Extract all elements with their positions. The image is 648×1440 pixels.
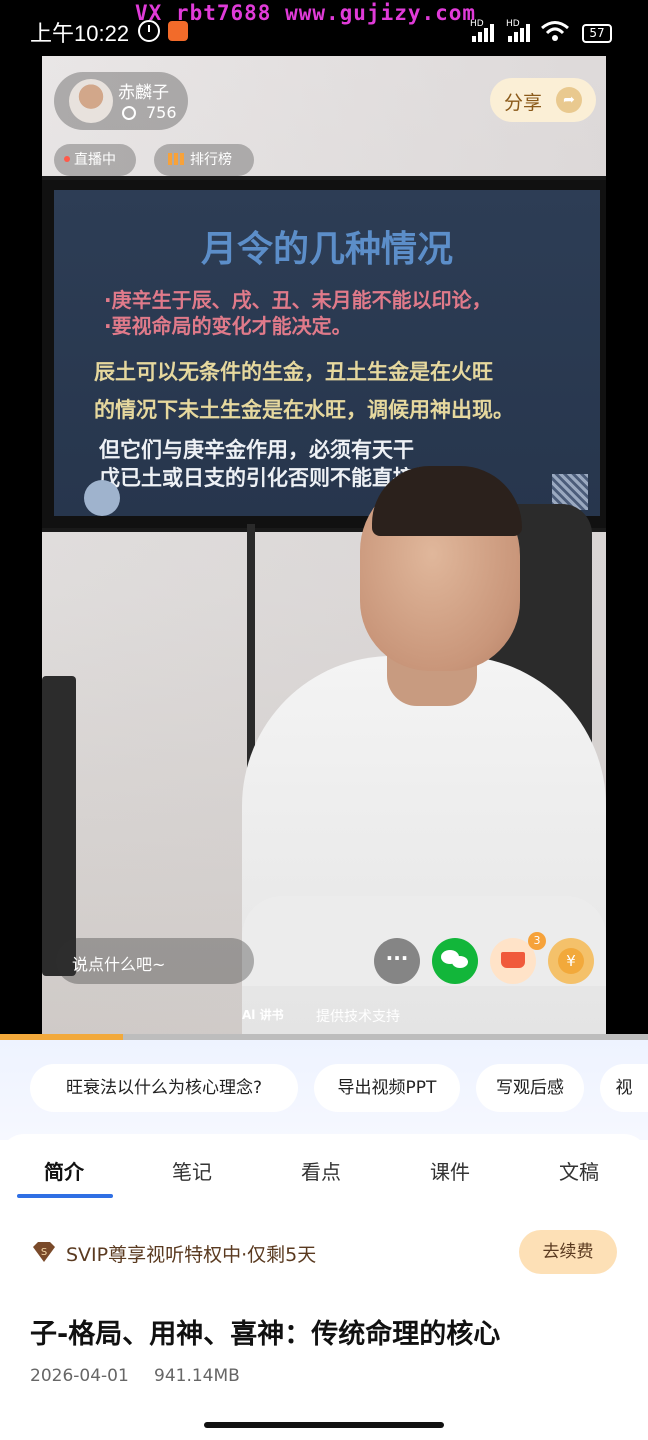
live-status-label: 直播中 <box>74 152 116 168</box>
slide-red-line-2: ·要视命局的变化才能决定。 <box>104 314 352 338</box>
slide-white-line-1: 但它们与庚辛金作用，必须有天干 <box>99 438 414 462</box>
question-chip[interactable]: 旺衰法以什么为核心理念? <box>30 1064 298 1112</box>
wechat-share-button[interactable] <box>432 938 478 984</box>
svip-badge-letter: S <box>41 1247 47 1258</box>
tab-content-area: 简介 笔记 看点 课件 文稿 S SVIP尊享视听特权中·仅剩5天 去续费 子-… <box>0 1134 648 1440</box>
slide-red-line-1: ·庚辛生于辰、戌、丑、未月能不能以印论， <box>104 288 492 312</box>
quick-actions-bar: 旺衰法以什么为核心理念? 导出视频PPT 写观后感 视 <box>0 1040 648 1140</box>
tv-display: 月令的几种情况 ·庚辛生于辰、戌、丑、未月能不能以印论， ·要视命局的变化才能决… <box>42 176 606 532</box>
viewer-count: 756 <box>146 103 177 122</box>
tip-coin-button[interactable]: ¥ <box>548 938 594 984</box>
slide-yellow-line-2: 的情况下未土生金是在水旺，调候用神出现。 <box>94 398 514 422</box>
export-ppt-chip[interactable]: 导出视频PPT <box>314 1064 460 1112</box>
more-chip[interactable]: 视 <box>600 1064 648 1112</box>
ranking-bars-icon <box>168 153 184 165</box>
battery-icon: 57 <box>582 24 612 43</box>
share-label: 分享 <box>504 92 543 114</box>
video-title: 子-格局、用神、喜神：传统命理的核心 <box>30 1319 501 1350</box>
coin-icon: ¥ <box>558 948 584 974</box>
comment-input[interactable]: 说点什么吧~ <box>56 938 254 984</box>
comment-placeholder: 说点什么吧~ <box>72 955 166 974</box>
streamer-avatar[interactable] <box>69 79 113 123</box>
slide-logo <box>84 480 120 516</box>
tab-intro[interactable]: 简介 <box>44 1156 84 1185</box>
tab-notes[interactable]: 笔记 <box>172 1156 212 1185</box>
slide-screen: 月令的几种情况 ·庚辛生于辰、戌、丑、未月能不能以印论， ·要视命局的变化才能决… <box>54 190 600 516</box>
live-dot-icon <box>64 156 70 162</box>
wechat-icon-bubble <box>452 956 468 968</box>
cart-badge: 3 <box>528 932 546 950</box>
tab-courseware[interactable]: 课件 <box>430 1156 470 1185</box>
status-time: 上午10:22 <box>30 21 130 46</box>
tech-support-label: 提供技术支持 <box>316 1009 400 1025</box>
renew-button[interactable]: 去续费 <box>519 1230 617 1274</box>
ranking-chip[interactable]: 排行榜 <box>154 144 254 176</box>
slide-title: 月令的几种情况 <box>200 229 453 270</box>
svip-status-text: SVIP尊享视听特权中·仅剩5天 <box>66 1244 317 1266</box>
video-date: 2026-04-01 <box>30 1366 129 1386</box>
status-bar: 上午10:22 VX rbt7688 www.gujizy.com HD HD … <box>0 0 648 58</box>
streamer-info[interactable]: 赤麟子 756 <box>54 72 188 130</box>
write-review-chip[interactable]: 写观后感 <box>476 1064 584 1112</box>
live-video-player[interactable]: 月令的几种情况 ·庚辛生于辰、戌、丑、未月能不能以印论， ·要视命局的变化才能决… <box>42 56 606 1036</box>
details-panel: 旺衰法以什么为核心理念? 导出视频PPT 写观后感 视 简介 笔记 看点 课件 … <box>0 1040 648 1440</box>
viewer-icon <box>122 106 136 120</box>
streamer-name: 赤麟子 <box>118 83 169 103</box>
tech-logo: Al 讲书 <box>242 1008 284 1022</box>
shopping-cart-button[interactable]: 3 <box>490 932 546 984</box>
tab-transcript[interactable]: 文稿 <box>559 1156 599 1185</box>
home-indicator[interactable] <box>204 1422 444 1428</box>
chair-left <box>42 676 76 976</box>
svip-diamond-icon: S <box>33 1242 55 1262</box>
signal-icon <box>472 24 502 42</box>
tab-highlights[interactable]: 看点 <box>301 1156 341 1185</box>
more-options-button[interactable]: ··· <box>374 938 420 984</box>
share-button[interactable]: 分享 ➦ <box>490 78 596 122</box>
share-arrow-icon: ➦ <box>556 87 582 113</box>
cart-icon <box>501 952 525 968</box>
watermark-text: VX rbt7688 www.gujizy.com <box>135 1 477 25</box>
live-status-chip[interactable]: 直播中 <box>54 144 136 176</box>
active-tab-indicator <box>17 1194 113 1198</box>
slide-yellow-line-1: 辰土可以无条件的生金，丑土生金是在火旺 <box>94 360 493 384</box>
signal-icon-2 <box>508 24 538 42</box>
video-size: 941.14MB <box>154 1366 240 1386</box>
ranking-label: 排行榜 <box>190 152 232 168</box>
wifi-icon <box>541 21 569 41</box>
